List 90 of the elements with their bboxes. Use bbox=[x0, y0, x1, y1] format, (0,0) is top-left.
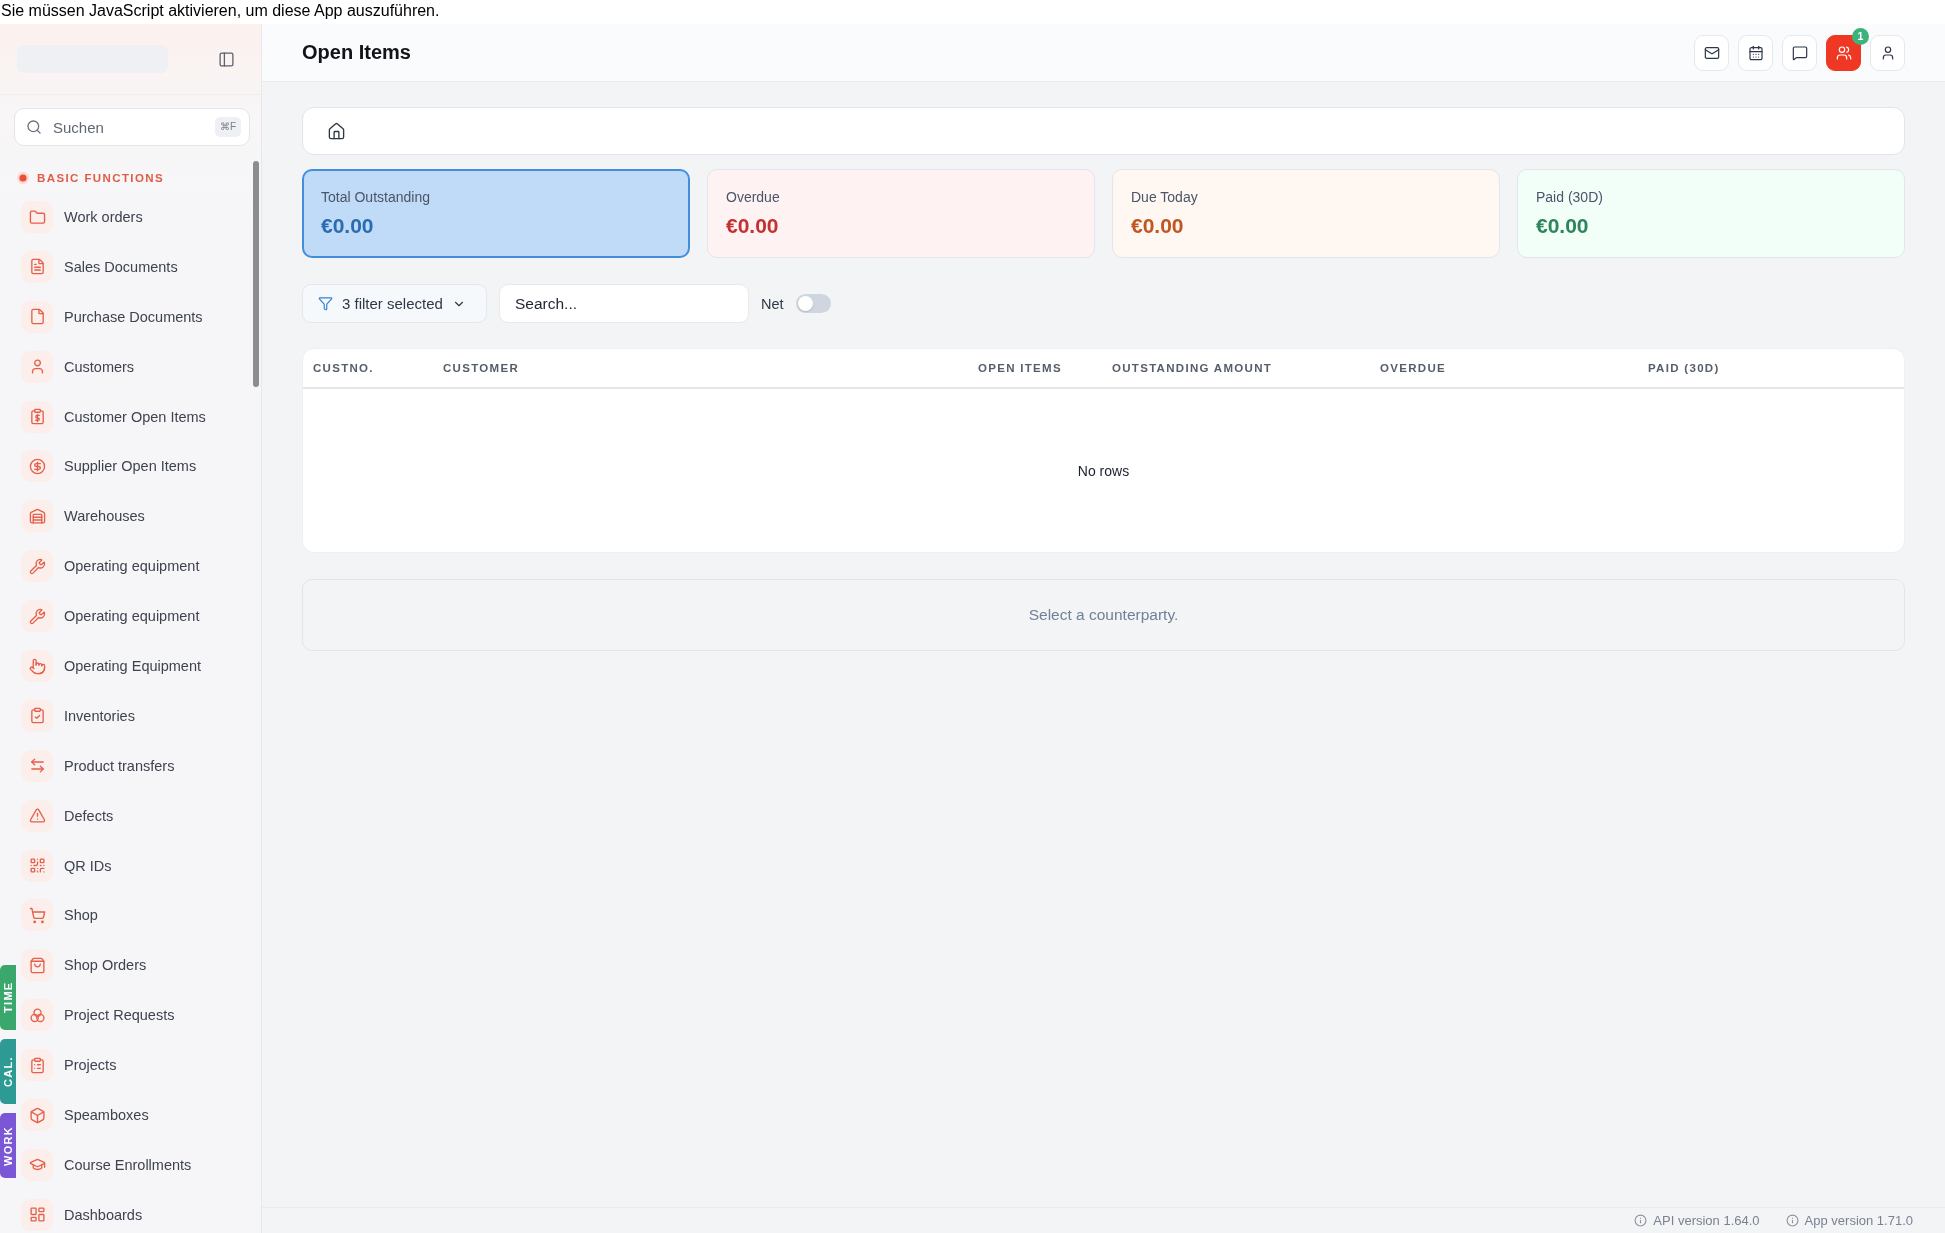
dollar-coin-icon bbox=[21, 450, 53, 483]
column-header: CUSTOMER bbox=[442, 362, 519, 374]
section-title: BASIC FUNCTIONS bbox=[37, 172, 165, 184]
clipboard-dollar-icon bbox=[21, 400, 53, 433]
clipboard-check-icon bbox=[21, 699, 53, 732]
mail-icon bbox=[1703, 44, 1720, 61]
nav-item[interactable]: Warehouses bbox=[19, 498, 155, 535]
scrollbar-thumb[interactable] bbox=[253, 161, 259, 387]
hand-pointer-icon bbox=[21, 650, 53, 682]
nav-item[interactable]: Product transfers bbox=[19, 747, 185, 784]
nav-item[interactable]: Defects bbox=[19, 797, 124, 834]
net-label: Net bbox=[761, 295, 784, 312]
person-icon bbox=[21, 350, 53, 383]
card-label: Overdue bbox=[726, 188, 780, 206]
calendar-icon bbox=[1747, 44, 1764, 61]
dashboard-icon bbox=[21, 1198, 53, 1231]
empty-message: No rows bbox=[1077, 462, 1130, 479]
card-label: Paid (30D) bbox=[1536, 188, 1603, 206]
calendar-button[interactable] bbox=[1738, 34, 1773, 71]
profile-button[interactable] bbox=[1870, 34, 1905, 71]
column-header: OPEN ITEMS bbox=[977, 362, 1062, 374]
nav-item[interactable]: Project Requests bbox=[19, 997, 185, 1034]
circles-icon bbox=[21, 999, 53, 1032]
filter-button[interactable]: 3 filter selected bbox=[302, 284, 487, 323]
cart-icon bbox=[21, 899, 53, 932]
summary-card[interactable]: Paid (30D) €0.00 bbox=[1517, 169, 1905, 258]
nav-item[interactable]: Customer Open Items bbox=[19, 398, 216, 435]
page-title: Open Items bbox=[302, 41, 411, 64]
hint-text: Select a counterparty. bbox=[1028, 606, 1179, 624]
column-header: OUTSTANDING AMOUNT bbox=[1111, 362, 1273, 374]
nav-item[interactable]: Sales Documents bbox=[19, 248, 188, 285]
nav-item[interactable]: Inventories bbox=[19, 697, 145, 734]
search-field[interactable]: Search... bbox=[499, 284, 749, 323]
document-icon bbox=[21, 250, 53, 283]
chat-button[interactable] bbox=[1782, 34, 1817, 71]
box-icon bbox=[21, 1099, 53, 1132]
summary-card[interactable]: Due Today €0.00 bbox=[1112, 169, 1500, 258]
summary-card[interactable]: Total Outstanding €0.00 bbox=[302, 169, 690, 258]
wrench-icon bbox=[21, 550, 53, 583]
shortcut-hint: ⌘F bbox=[214, 117, 241, 137]
side-tab[interactable]: WORK bbox=[0, 1113, 16, 1178]
card-label: Total Outstanding bbox=[321, 188, 430, 206]
dot-icon bbox=[17, 172, 29, 184]
nav-item[interactable]: Supplier Open Items bbox=[19, 448, 207, 485]
summary-card[interactable]: Overdue €0.00 bbox=[707, 169, 1095, 258]
nav-item[interactable]: Speamboxes bbox=[19, 1097, 159, 1134]
version-text: API version 1.64.0 bbox=[1653, 1213, 1760, 1228]
arrows-swap-icon bbox=[21, 749, 53, 782]
card-amount: €0.00 bbox=[726, 214, 779, 238]
warehouse-icon bbox=[21, 500, 53, 533]
card-amount: €0.00 bbox=[321, 214, 374, 238]
warning-icon bbox=[21, 799, 53, 832]
version-text: App version 1.71.0 bbox=[1804, 1213, 1913, 1228]
nav-item[interactable]: Operating Equipment bbox=[19, 648, 212, 684]
column-header: PAID (30D) bbox=[1647, 362, 1720, 374]
nav-item[interactable]: Operating equipment bbox=[19, 548, 210, 585]
nav-item[interactable]: Shop bbox=[19, 897, 108, 934]
chat-icon bbox=[1791, 44, 1808, 61]
nav-item[interactable]: Projects bbox=[19, 1047, 127, 1084]
card-label: Due Today bbox=[1131, 188, 1198, 206]
wrench-icon bbox=[21, 600, 53, 633]
nav-item[interactable]: Shop Orders bbox=[19, 947, 157, 984]
funnel-icon bbox=[318, 296, 333, 311]
nav-item[interactable]: Course Enrollments bbox=[19, 1146, 202, 1183]
notice-text: Sie müssen JavaScript aktivieren, um diese App auszuführen. bbox=[0, 1, 440, 21]
document-icon bbox=[21, 300, 53, 333]
nav-item[interactable]: QR IDs bbox=[19, 847, 122, 884]
net-toggle[interactable] bbox=[795, 294, 831, 313]
people-icon bbox=[1835, 44, 1852, 61]
column-header: CUSTNO. bbox=[312, 362, 374, 374]
panel-icon[interactable] bbox=[218, 50, 235, 68]
graduation-cap-icon bbox=[21, 1148, 53, 1181]
folder-icon bbox=[21, 201, 53, 233]
info-icon bbox=[1785, 1214, 1799, 1227]
nav-item[interactable]: Customers bbox=[19, 348, 145, 385]
notification-badge: 1 bbox=[1852, 27, 1869, 45]
search-icon bbox=[26, 119, 42, 135]
info-icon bbox=[1634, 1214, 1648, 1227]
nav-item[interactable]: Dashboards bbox=[19, 1196, 153, 1233]
card-amount: €0.00 bbox=[1131, 214, 1184, 238]
mail-button[interactable] bbox=[1694, 34, 1729, 71]
nav-item[interactable]: Purchase Documents bbox=[19, 298, 213, 335]
nav-item[interactable]: Operating equipment bbox=[19, 598, 210, 635]
bag-icon bbox=[21, 949, 53, 982]
home-icon[interactable] bbox=[327, 121, 346, 141]
clipboard-list-icon bbox=[21, 1049, 53, 1082]
qr-code-icon bbox=[21, 849, 53, 882]
nav-item[interactable]: Work orders bbox=[19, 199, 153, 235]
column-header: OVERDUE bbox=[1379, 362, 1446, 374]
card-amount: €0.00 bbox=[1536, 214, 1589, 238]
